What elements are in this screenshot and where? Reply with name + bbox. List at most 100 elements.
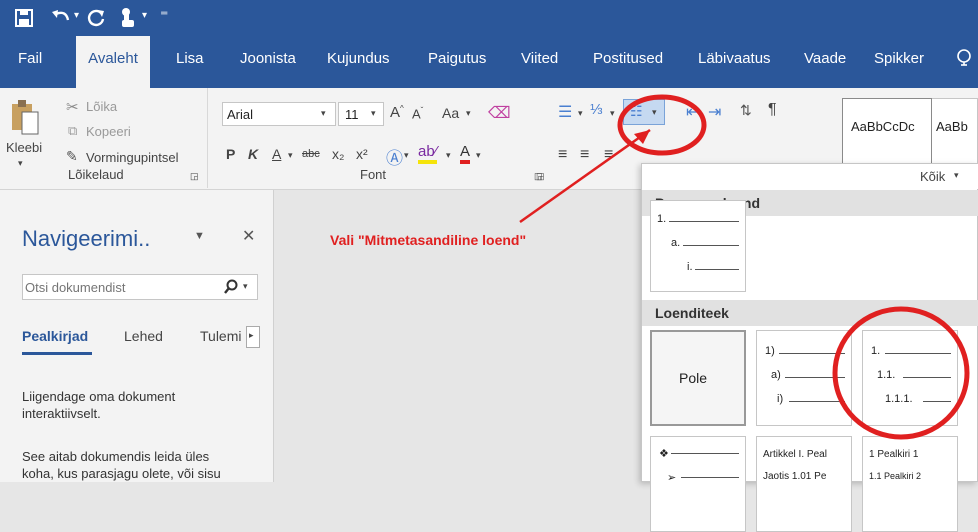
current-list-tile[interactable]: 1. a. i. (650, 200, 746, 292)
grow-font-icon[interactable]: A^ (390, 104, 404, 121)
clipboard-launcher-icon[interactable]: ◲ (190, 171, 199, 182)
list-multilevel-tile[interactable]: 1. 1.1. 1.1.1. (862, 330, 958, 426)
arrow-bullet-icon: ➢ (667, 472, 677, 484)
tab-vaade[interactable]: Vaade (804, 36, 846, 88)
highlight-dropdown-icon[interactable]: ▾ (446, 150, 451, 161)
list-paren-tile[interactable]: 1) a) i) (756, 330, 852, 426)
italic-button[interactable]: K (248, 146, 258, 162)
multilevel-list-gallery: Kõik ▾ 1. a. i. Loenditeek Pole 1) a) i)… (641, 163, 978, 532)
nav-tab-pages[interactable]: Lehed (124, 328, 163, 344)
tab-kujundus[interactable]: Kujundus (327, 36, 390, 88)
annotation-text: Vali "Mitmetasandiline loend" (330, 232, 527, 248)
decrease-indent-icon[interactable]: ⇤ (686, 102, 699, 122)
tab-joonista[interactable]: Joonista (240, 36, 296, 88)
strikethrough-button[interactable]: abc (302, 148, 320, 160)
list-none-tile[interactable]: Pole (650, 330, 746, 426)
font-name-dropdown-icon[interactable]: ▾ (321, 108, 326, 119)
undo-icon[interactable] (50, 8, 72, 28)
list2-level-2: a) (771, 369, 781, 381)
gallery-filter-dropdown-icon[interactable]: ▾ (954, 170, 959, 181)
nav-tab-headings[interactable]: Pealkirjad (22, 328, 88, 344)
highlight-icon[interactable]: ab⁄ (418, 144, 438, 164)
tab-fail[interactable]: Fail (18, 36, 42, 88)
nav-tab-underline (22, 352, 92, 355)
font-group-label: Font (360, 167, 387, 182)
subscript-button[interactable]: x₂ (332, 146, 344, 162)
change-case-button[interactable]: Aa (442, 105, 459, 121)
save-icon[interactable] (14, 8, 34, 28)
chevron-right-icon: ▸ (249, 330, 254, 340)
list-line (695, 269, 739, 270)
gallery-filter[interactable]: Kõik (920, 169, 945, 184)
format-painter-label[interactable]: Vormingupintsel (86, 150, 179, 165)
font-name-value: Arial (227, 107, 254, 122)
increase-indent-icon[interactable]: ⇥ (708, 102, 721, 122)
font-color-icon[interactable]: A (460, 144, 471, 164)
list4-level-1: Artikkel I. Peal (763, 449, 827, 460)
show-formatting-icon[interactable]: ¶ (768, 101, 777, 119)
style-second-tile[interactable]: AaBb (932, 98, 978, 170)
list-article-tile[interactable]: Artikkel I. Peal Jaotis 1.01 Pe (756, 436, 852, 532)
tab-postitused[interactable]: Postitused (593, 36, 663, 88)
tab-viited[interactable]: Viited (521, 36, 558, 88)
shrink-font-icon[interactable]: Aˇ (412, 106, 423, 121)
touch-dropdown-icon[interactable]: ▾ (142, 10, 147, 21)
tab-lisa[interactable]: Lisa (176, 36, 204, 88)
customize-qat-icon[interactable]: ⁼ (160, 6, 168, 26)
search-dropdown-icon[interactable]: ▾ (243, 281, 248, 292)
nav-options-icon[interactable]: ▼ (194, 230, 205, 242)
nav-tabs-scroll-button[interactable]: ▸ (246, 326, 260, 348)
nav-search-input[interactable] (25, 278, 215, 296)
font-size-box[interactable]: 11 ▾ (338, 102, 384, 126)
font-size-value: 11 (345, 107, 359, 122)
list-line (885, 353, 951, 354)
bold-button[interactable]: P (226, 146, 235, 162)
nav-tab-results[interactable]: Tulemi (200, 328, 242, 344)
list-heading-tile[interactable]: 1 Pealkiri 1 1.1 Pealkiri 2 (862, 436, 958, 532)
paste-label[interactable]: Kleebi (6, 140, 42, 155)
list4-level-2: Jaotis 1.01 Pe (763, 471, 827, 482)
paste-icon[interactable] (10, 98, 40, 138)
cut-label[interactable]: Lõika (86, 99, 117, 114)
paste-dropdown-icon[interactable]: ▾ (18, 158, 23, 169)
clipboard-group-label: Lõikelaud (68, 167, 124, 182)
lightbulb-icon[interactable] (956, 48, 972, 70)
tab-avaleht[interactable]: Avaleht (76, 36, 150, 88)
redo-icon[interactable] (86, 8, 106, 28)
copy-icon: ⧉ (68, 123, 78, 138)
list-bullets-tile[interactable]: ❖ ➢ (650, 436, 746, 532)
touch-mode-icon[interactable] (118, 6, 138, 30)
font-name-box[interactable]: Arial ▾ (222, 102, 336, 126)
tab-labivaatus[interactable]: Läbivaatus (698, 36, 771, 88)
list-line (683, 245, 739, 246)
list-line (903, 377, 951, 378)
undo-dropdown-icon[interactable]: ▾ (74, 10, 79, 21)
numbering-dropdown-icon[interactable]: ▾ (610, 108, 615, 119)
bullets-dropdown-icon[interactable]: ▾ (578, 108, 583, 119)
tab-paigutus[interactable]: Paigutus (428, 36, 486, 88)
underline-button[interactable]: A (272, 146, 281, 162)
search-icon[interactable] (223, 279, 239, 295)
list3-level-2: 1.1. (877, 369, 896, 381)
font-color-dropdown-icon[interactable]: ▾ (476, 150, 481, 161)
text-effects-icon[interactable]: Ⓐ (386, 144, 403, 169)
list-line (681, 477, 739, 478)
nav-search-box[interactable]: ▾ (22, 274, 258, 300)
sort-icon[interactable]: ⇅ (740, 102, 752, 119)
bullets-icon[interactable]: ☰ (558, 102, 572, 122)
list2-level-3: i) (777, 393, 784, 405)
numbering-icon[interactable]: ⅓ (590, 101, 603, 118)
navigation-pane: Navigeerimi.. ▼ ✕ ▾ Pealkirjad Lehed Tul… (0, 190, 274, 482)
superscript-button[interactable]: x² (356, 146, 368, 162)
diamond-bullet-icon: ❖ (659, 448, 669, 460)
copy-label[interactable]: Kopeeri (86, 124, 131, 139)
text-effects-dropdown-icon[interactable]: ▾ (404, 150, 409, 161)
font-size-dropdown-icon[interactable]: ▾ (371, 108, 376, 119)
format-painter-icon: ✎ (66, 148, 78, 164)
underline-dropdown-icon[interactable]: ▾ (288, 150, 293, 161)
list-line (779, 353, 845, 354)
tab-spikker[interactable]: Spikker (874, 36, 924, 88)
style-normal-tile[interactable]: AaBbCcDc (842, 98, 932, 170)
change-case-dropdown-icon[interactable]: ▾ (466, 108, 471, 119)
nav-close-icon[interactable]: ✕ (242, 226, 255, 246)
